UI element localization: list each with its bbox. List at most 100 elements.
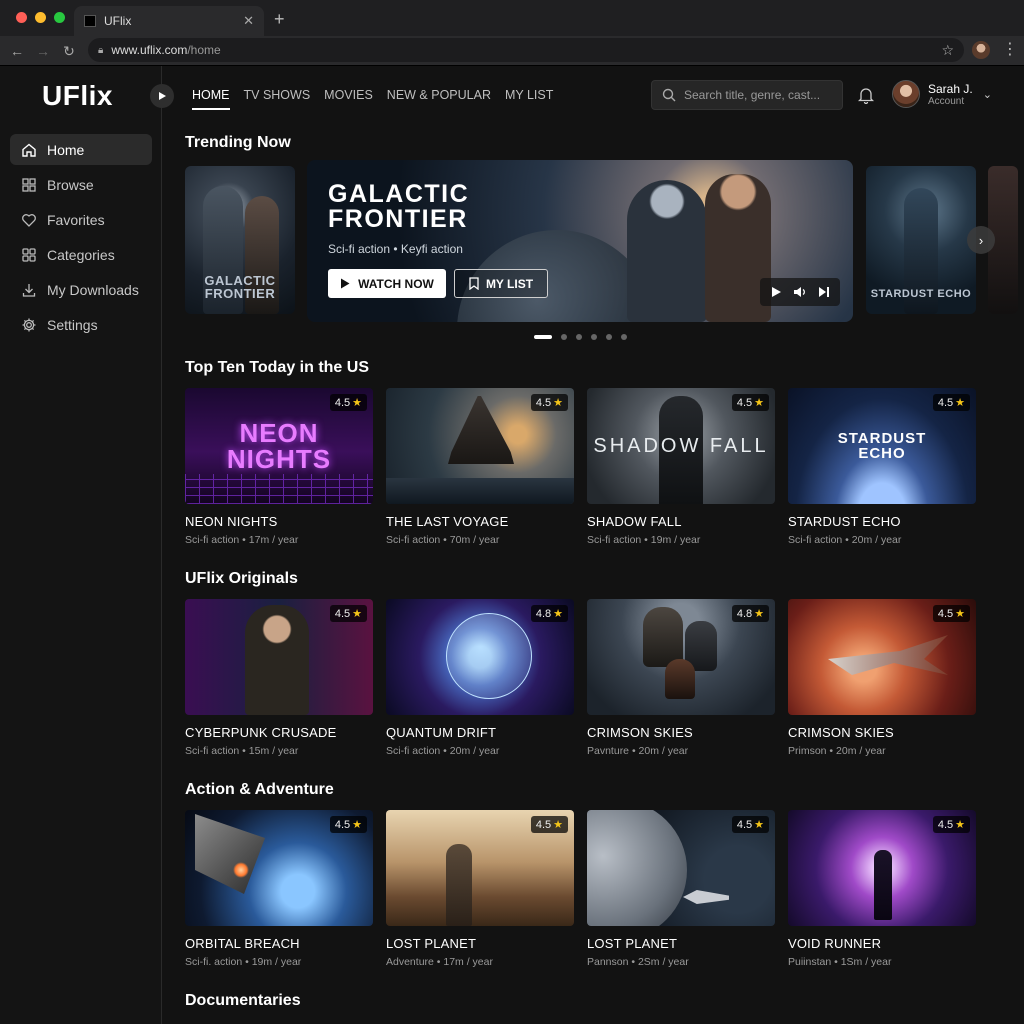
movie-thumbnail[interactable]: 4.5 ★ — [386, 388, 574, 504]
card-meta: Pannson • 2Sm / year — [587, 956, 689, 968]
card-meta: Primson • 20m / year — [788, 745, 886, 757]
pager-dot[interactable] — [576, 334, 582, 340]
star-icon: ★ — [955, 397, 965, 409]
movie-thumbnail[interactable]: SHADOW FALL 4.5 ★ — [587, 388, 775, 504]
movie-card[interactable]: 4.8 ★ CRIMSON SKIES Pavnture • 20m / year — [587, 599, 775, 757]
sidebar-item-favorites[interactable]: Favorites — [10, 204, 152, 235]
sidebar: UFlix Home Browse Favorites Categories M… — [0, 66, 162, 1024]
my-list-button[interactable]: MY LIST — [454, 269, 548, 298]
bookmark-star-icon[interactable]: ☆ — [941, 42, 954, 59]
star-icon: ★ — [553, 819, 563, 831]
movie-card[interactable]: STARDUST ECHO 4.5 ★ STARDUST ECHO Sci-fi … — [788, 388, 976, 546]
rating-badge: 4.8 ★ — [731, 605, 769, 622]
movie-card[interactable]: 4.8 ★ QUANTUM DRIFT Sci-fi action • 20m /… — [386, 599, 574, 757]
movie-thumbnail[interactable]: 4.5 ★ — [587, 810, 775, 926]
movie-thumbnail[interactable]: 4.8 ★ — [386, 599, 574, 715]
uflix-logo[interactable]: UFlix — [42, 80, 113, 112]
movie-card[interactable]: NEON NIGHTS 4.5 ★ NEON NIGHTS Sci-fi acti… — [185, 388, 373, 546]
home-icon — [20, 141, 38, 159]
movie-card[interactable]: 4.5 ★ CYBERPUNK CRUSADE Sci-fi action • 1… — [185, 599, 373, 757]
pager-dot[interactable] — [534, 335, 552, 339]
reload-icon[interactable]: ↻ — [56, 43, 82, 60]
sidebar-item-label: Browse — [47, 176, 94, 193]
close-window-button[interactable] — [16, 12, 27, 23]
sidebar-item-label: Settings — [47, 316, 98, 333]
card-title: NEON NIGHTS — [185, 514, 278, 529]
section-title-trending: Trending Now — [185, 134, 291, 151]
star-icon: ★ — [553, 608, 563, 620]
pager-dot[interactable] — [561, 334, 567, 340]
address-bar[interactable]: 🔒︎ www.uflix.com/home ☆ — [88, 38, 964, 62]
favicon-icon — [84, 15, 96, 27]
star-icon: ★ — [754, 608, 764, 620]
trending-card-caption: STARDUST ECHO — [870, 288, 972, 300]
star-icon: ★ — [352, 608, 362, 620]
movie-thumbnail[interactable]: 4.5 ★ — [386, 810, 574, 926]
movie-thumbnail[interactable]: 4.5 ★ — [788, 810, 976, 926]
sidebar-item-label: Home — [47, 141, 85, 158]
movie-thumbnail[interactable]: 4.5 ★ — [185, 599, 373, 715]
url-path: /home — [187, 43, 221, 57]
trending-card-caption: GALACTIC FRONTIER — [204, 273, 276, 301]
minimize-window-button[interactable] — [35, 12, 46, 23]
browser-tab[interactable]: UFlix ✕ — [74, 6, 264, 36]
card-meta: Sci-fi action • 70m / year — [386, 534, 500, 546]
movie-thumbnail[interactable]: 4.8 ★ — [587, 599, 775, 715]
rating-badge: 4.5 ★ — [731, 394, 769, 411]
back-icon[interactable]: ← — [4, 43, 30, 59]
movie-card[interactable]: 4.5 ★ VOID RUNNER Puiinstan • 1Sm / year — [788, 810, 976, 968]
sidebar-item-home[interactable]: Home — [10, 134, 152, 165]
movie-thumbnail[interactable]: 4.5 ★ — [185, 810, 373, 926]
sidebar-item-categories[interactable]: Categories — [10, 239, 152, 270]
card-meta: Pavnture • 20m / year — [587, 745, 689, 757]
download-icon — [20, 281, 38, 299]
movie-card[interactable]: SHADOW FALL 4.5 ★ SHADOW FALL Sci-fi acti… — [587, 388, 775, 546]
pager-dot[interactable] — [591, 334, 597, 340]
card-title: QUANTUM DRIFT — [386, 725, 497, 740]
url-toolbar: ← → ↻ 🔒︎ www.uflix.com/home ☆ ⋮ — [0, 36, 1024, 66]
new-tab-icon[interactable]: + — [274, 9, 285, 30]
star-icon: ★ — [352, 819, 362, 831]
trending-card-left[interactable]: GALACTIC FRONTIER — [185, 166, 295, 314]
play-icon[interactable] — [770, 286, 782, 298]
sidebar-item-settings[interactable]: Settings — [10, 309, 152, 340]
player-controls — [760, 278, 840, 306]
watch-now-button[interactable]: WATCH NOW — [328, 269, 446, 298]
sidebar-item-downloads[interactable]: My Downloads — [10, 274, 152, 305]
sidebar-item-browse[interactable]: Browse — [10, 169, 152, 200]
browser-chrome: UFlix ✕ + ← → ↻ 🔒︎ www.uflix.com/home ☆ … — [0, 0, 1024, 66]
maximize-window-button[interactable] — [54, 12, 65, 23]
trending-card-right[interactable]: STARDUST ECHO — [866, 166, 976, 314]
movie-card[interactable]: 4.5 ★ CRIMSON SKIES Primson • 20m / year — [788, 599, 976, 757]
movie-card[interactable]: 4.5 ★ ORBITAL BREACH Sci-fi. action • 19m… — [185, 810, 373, 968]
grid-icon — [20, 246, 38, 264]
gear-icon — [20, 316, 38, 334]
forward-icon[interactable]: → — [30, 43, 56, 59]
hero-subtitle: Sci-fi action • Keyfi action — [328, 242, 463, 256]
browser-profile-icon[interactable] — [972, 41, 990, 59]
movie-card[interactable]: 4.5 ★ LOST PLANET Adventure • 17m / year — [386, 810, 574, 968]
rating-badge: 4.5 ★ — [329, 394, 367, 411]
hero-banner[interactable]: GALACTIC FRONTIER Sci-fi action • Keyfi a… — [307, 160, 853, 322]
volume-icon[interactable] — [793, 286, 807, 298]
skip-next-icon[interactable] — [818, 286, 830, 298]
card-meta: Sci-fi action • 17m / year — [185, 534, 299, 546]
movie-thumbnail[interactable]: STARDUST ECHO 4.5 ★ — [788, 388, 976, 504]
movie-card[interactable]: 4.5 ★ THE LAST VOYAGE Sci-fi action • 70m… — [386, 388, 574, 546]
heart-icon — [20, 211, 38, 229]
carousel-next-button[interactable]: › — [967, 226, 995, 254]
browser-menu-icon[interactable]: ⋮ — [1002, 40, 1018, 60]
star-icon: ★ — [352, 397, 362, 409]
pager-dot[interactable] — [621, 334, 627, 340]
star-icon: ★ — [754, 819, 764, 831]
card-meta: Sci-fi action • 15m / year — [185, 745, 299, 757]
close-tab-icon[interactable]: ✕ — [243, 13, 254, 29]
movie-thumbnail[interactable]: 4.5 ★ — [788, 599, 976, 715]
pager-dot[interactable] — [606, 334, 612, 340]
movie-thumbnail[interactable]: NEON NIGHTS 4.5 ★ — [185, 388, 373, 504]
rating-badge: 4.5 ★ — [329, 816, 367, 833]
movie-card[interactable]: 4.5 ★ LOST PLANET Pannson • 2Sm / year — [587, 810, 775, 968]
card-meta: Puiinstan • 1Sm / year — [788, 956, 892, 968]
sidebar-item-label: Categories — [47, 246, 115, 263]
sidebar-nav: Home Browse Favorites Categories My Down… — [10, 134, 152, 344]
